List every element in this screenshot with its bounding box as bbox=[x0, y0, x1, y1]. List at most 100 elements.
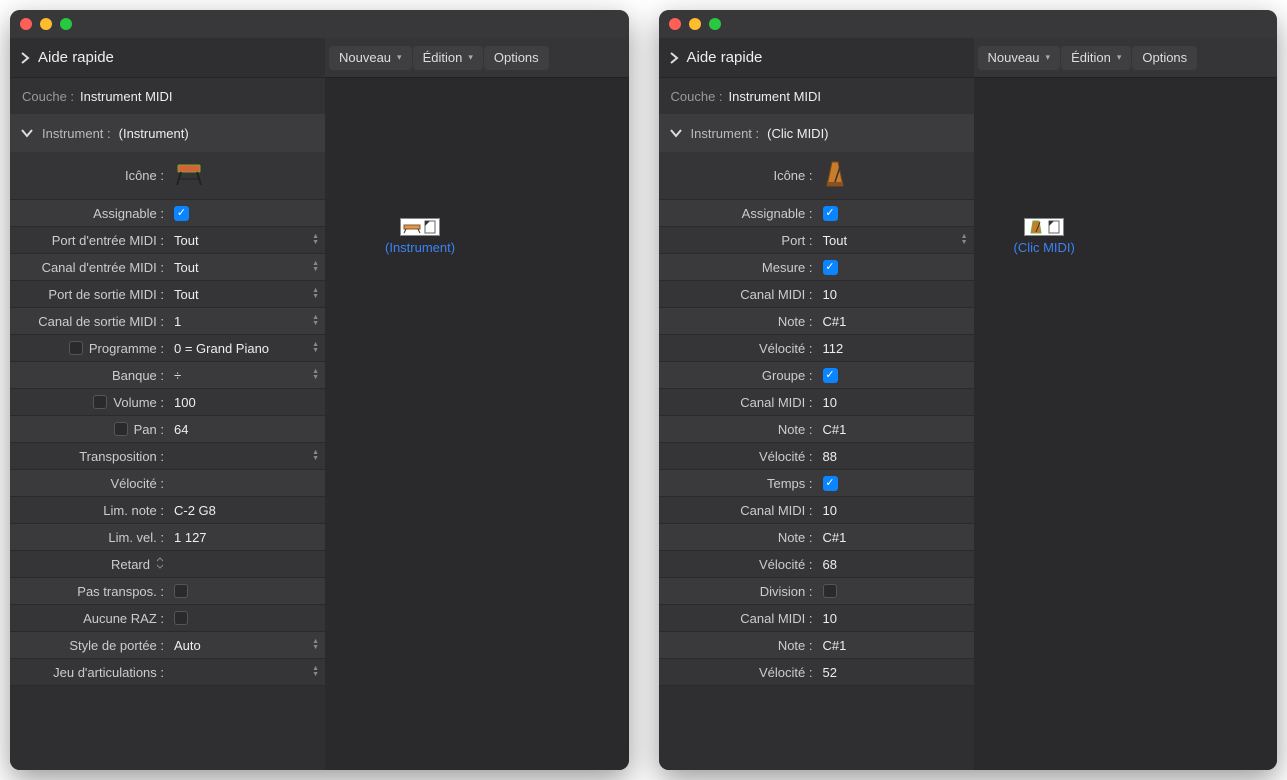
titlebar bbox=[10, 10, 629, 38]
new-menu-button[interactable]: Nouveau▾ bbox=[978, 46, 1061, 70]
property-value[interactable]: 10 bbox=[817, 395, 974, 410]
instrument-header[interactable]: Instrument : (Instrument) bbox=[10, 114, 325, 152]
environment-window-midiclick: Aide rapide Couche : Instrument MIDI Ins… bbox=[659, 10, 1278, 770]
environment-canvas[interactable]: Nouveau▾ Édition▾ Options (Instrument) bbox=[325, 38, 629, 770]
property-value[interactable]: 100 bbox=[168, 395, 325, 410]
checkbox[interactable] bbox=[823, 206, 838, 221]
stepper-icon[interactable]: ▲▼ bbox=[961, 234, 968, 246]
stepper-icon[interactable]: ▲▼ bbox=[312, 234, 319, 246]
property-value[interactable]: Tout▲▼ bbox=[168, 233, 325, 248]
instrument-label: Instrument : bbox=[691, 126, 760, 141]
property-value[interactable]: 1▲▼ bbox=[168, 314, 325, 329]
property-value[interactable] bbox=[817, 260, 974, 275]
stepper-icon[interactable]: ▲▼ bbox=[312, 342, 319, 354]
close-button[interactable] bbox=[669, 18, 681, 30]
edit-menu-button[interactable]: Édition▾ bbox=[1061, 46, 1131, 70]
property-row: Icône : bbox=[659, 152, 974, 200]
stepper-icon[interactable]: ▲▼ bbox=[312, 288, 319, 300]
canvas-object-midiclick[interactable]: (Clic MIDI) bbox=[1014, 218, 1075, 255]
property-value[interactable]: 10 bbox=[817, 611, 974, 626]
property-value[interactable]: 52 bbox=[817, 665, 974, 680]
enable-checkbox[interactable] bbox=[114, 422, 128, 436]
checkbox[interactable] bbox=[174, 584, 188, 598]
property-value[interactable]: 68 bbox=[817, 557, 974, 572]
property-value[interactable] bbox=[817, 160, 974, 191]
layer-row: Couche : Instrument MIDI bbox=[10, 78, 325, 114]
environment-canvas[interactable]: Nouveau▾ Édition▾ Options (Clic MIDI) bbox=[974, 38, 1278, 770]
property-row: Canal d'entrée MIDI :Tout▲▼ bbox=[10, 254, 325, 281]
property-value[interactable]: 88 bbox=[817, 449, 974, 464]
minimize-button[interactable] bbox=[689, 18, 701, 30]
property-value[interactable]: Tout▲▼ bbox=[168, 260, 325, 275]
metronome-icon[interactable] bbox=[823, 160, 847, 191]
property-row: Canal MIDI :10 bbox=[659, 281, 974, 308]
property-label: Retard bbox=[10, 557, 168, 572]
checkbox[interactable] bbox=[174, 611, 188, 625]
checkbox[interactable] bbox=[823, 476, 838, 491]
stepper-icon[interactable]: ▲▼ bbox=[312, 369, 319, 381]
property-row: Assignable : bbox=[659, 200, 974, 227]
property-row: Aucune RAZ : bbox=[10, 605, 325, 632]
stepper-icon[interactable]: ▲▼ bbox=[312, 639, 319, 651]
property-value[interactable] bbox=[817, 476, 974, 491]
enable-checkbox[interactable] bbox=[69, 341, 83, 355]
property-value[interactable]: 0 = Grand Piano▲▼ bbox=[168, 341, 325, 356]
minimize-button[interactable] bbox=[40, 18, 52, 30]
stepper-icon[interactable] bbox=[156, 557, 164, 572]
property-value[interactable]: C#1 bbox=[817, 530, 974, 545]
checkbox[interactable] bbox=[823, 368, 838, 383]
property-label: Style de portée : bbox=[10, 638, 168, 653]
property-value[interactable] bbox=[817, 206, 974, 221]
property-value[interactable]: ÷▲▼ bbox=[168, 368, 325, 383]
quick-help-label: Aide rapide bbox=[38, 49, 114, 66]
zoom-button[interactable] bbox=[709, 18, 721, 30]
options-menu-button[interactable]: Options bbox=[484, 46, 549, 70]
property-value[interactable]: Auto▲▼ bbox=[168, 638, 325, 653]
checkbox[interactable] bbox=[823, 584, 837, 598]
property-value[interactable]: 112 bbox=[817, 341, 974, 356]
checkbox[interactable] bbox=[823, 260, 838, 275]
property-value[interactable] bbox=[817, 368, 974, 383]
property-label: Canal MIDI : bbox=[659, 611, 817, 626]
stepper-icon[interactable]: ▲▼ bbox=[312, 666, 319, 678]
stepper-icon[interactable]: ▲▼ bbox=[312, 315, 319, 327]
quick-help-label: Aide rapide bbox=[687, 49, 763, 66]
property-value[interactable]: 10 bbox=[817, 503, 974, 518]
property-value[interactable] bbox=[168, 161, 325, 190]
instrument-header[interactable]: Instrument : (Clic MIDI) bbox=[659, 114, 974, 152]
enable-checkbox[interactable] bbox=[93, 395, 107, 409]
quick-help-header[interactable]: Aide rapide bbox=[10, 38, 325, 78]
layer-label: Couche : bbox=[671, 89, 723, 104]
property-value[interactable]: 10 bbox=[817, 287, 974, 302]
canvas-object-instrument[interactable]: (Instrument) bbox=[385, 218, 455, 255]
zoom-button[interactable] bbox=[60, 18, 72, 30]
options-menu-button[interactable]: Options bbox=[1132, 46, 1197, 70]
property-row: Vélocité :112 bbox=[659, 335, 974, 362]
property-list: Icône :Assignable :Port :Tout▲▼Mesure :C… bbox=[659, 152, 974, 686]
property-row: Vélocité :68 bbox=[659, 551, 974, 578]
new-menu-button[interactable]: Nouveau▾ bbox=[329, 46, 412, 70]
property-value[interactable] bbox=[168, 206, 325, 221]
property-value[interactable]: C#1 bbox=[817, 314, 974, 329]
property-value[interactable] bbox=[817, 584, 974, 598]
edit-menu-button[interactable]: Édition▾ bbox=[413, 46, 483, 70]
property-value[interactable]: 1 127 bbox=[168, 530, 325, 545]
quick-help-header[interactable]: Aide rapide bbox=[659, 38, 974, 78]
property-value[interactable]: C-2 G8 bbox=[168, 503, 325, 518]
stepper-icon[interactable]: ▲▼ bbox=[312, 450, 319, 462]
checkbox[interactable] bbox=[174, 206, 189, 221]
property-value[interactable]: C#1 bbox=[817, 422, 974, 437]
property-value[interactable] bbox=[168, 611, 325, 625]
property-value[interactable]: Tout▲▼ bbox=[168, 287, 325, 302]
property-label: Note : bbox=[659, 638, 817, 653]
property-value[interactable]: 64 bbox=[168, 422, 325, 437]
stepper-icon[interactable]: ▲▼ bbox=[312, 261, 319, 273]
property-value[interactable]: C#1 bbox=[817, 638, 974, 653]
property-label: Jeu d'articulations : bbox=[10, 665, 168, 680]
property-label: Note : bbox=[659, 530, 817, 545]
property-value[interactable]: Tout▲▼ bbox=[817, 233, 974, 248]
property-row: Lim. note :C-2 G8 bbox=[10, 497, 325, 524]
property-value[interactable] bbox=[168, 584, 325, 598]
synth-icon[interactable] bbox=[174, 161, 204, 190]
close-button[interactable] bbox=[20, 18, 32, 30]
